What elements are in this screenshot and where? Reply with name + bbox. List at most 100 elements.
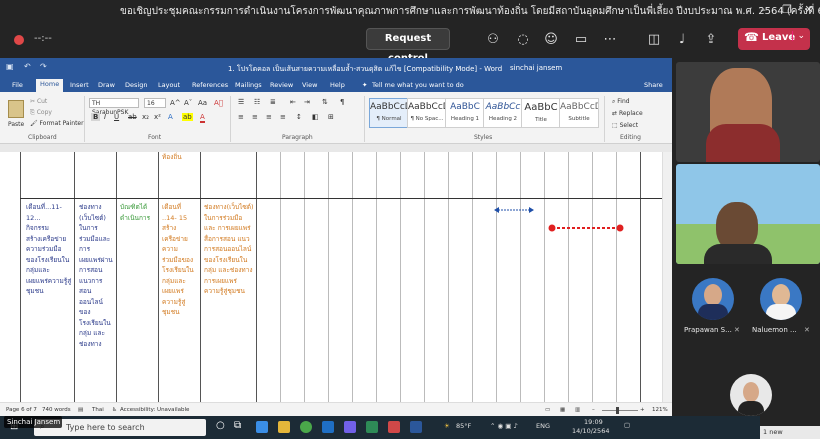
style-normal[interactable]: AaBbCcD ¶ Normal (369, 98, 409, 128)
increase-indent-icon[interactable]: ⇥ (304, 98, 310, 106)
word-app-icon[interactable] (410, 421, 422, 433)
grow-font-icon[interactable]: A^ (170, 99, 181, 107)
strikethrough-button[interactable]: ab (128, 113, 137, 121)
decrease-indent-icon[interactable]: ⇤ (290, 98, 296, 106)
text-effects-icon[interactable]: A (168, 113, 173, 121)
read-mode-icon[interactable]: ▭ (545, 407, 550, 413)
store-icon[interactable] (322, 421, 334, 433)
video-tile-participant[interactable] (676, 164, 820, 264)
avatar[interactable] (692, 278, 734, 320)
numbering-icon[interactable]: ☷ (254, 98, 260, 106)
share-button[interactable]: Share (644, 81, 663, 89)
leave-button[interactable]: ☎ Leave ⌄ (738, 28, 810, 50)
line-spacing-icon[interactable]: ↕ (296, 113, 302, 121)
video-tile-presenter[interactable] (676, 62, 820, 162)
mic-off-icon[interactable]: ♩ (673, 31, 691, 49)
print-layout-icon[interactable]: ▦ (560, 407, 565, 413)
shrink-font-icon[interactable]: Aˇ (184, 99, 192, 107)
justify-icon[interactable]: ≡ (280, 113, 286, 121)
clear-format-icon[interactable]: A⃠ (214, 99, 223, 107)
copy-button[interactable]: ⎘ Copy (30, 109, 52, 117)
save-icon[interactable]: ▣ (6, 62, 14, 71)
align-left-icon[interactable]: ≡ (238, 113, 244, 121)
tab-mailings[interactable]: Mailings (235, 81, 262, 89)
proofing-icon[interactable]: ▤ (78, 407, 83, 413)
tell-me-box[interactable]: Tell me what you want to do (372, 81, 464, 89)
style-no-spacing[interactable]: AaBbCcD ¶ No Spac... (407, 98, 447, 128)
tab-review[interactable]: Review (270, 81, 293, 89)
language-indicator[interactable]: Thai (92, 407, 104, 413)
sort-icon[interactable]: ⇅ (322, 98, 328, 106)
tab-references[interactable]: References (192, 81, 228, 89)
align-center-icon[interactable]: ≡ (252, 113, 258, 121)
font-name-select[interactable]: TH SarabunPSK (89, 98, 139, 116)
font-size-select[interactable]: 16 (144, 98, 166, 108)
tab-layout[interactable]: Layout (158, 81, 180, 89)
tray-icons[interactable]: ⌃ ◉ ▣ ♪ (490, 422, 518, 430)
paste-label[interactable]: Paste (8, 121, 24, 128)
italic-button[interactable]: I (104, 113, 106, 121)
show-marks-icon[interactable]: ¶ (340, 98, 344, 106)
task-view-icon[interactable]: ⧉ (234, 420, 241, 431)
highlight-icon[interactable]: ab (182, 113, 193, 121)
tab-design[interactable]: Design (125, 81, 147, 89)
tab-insert[interactable]: Insert (70, 81, 89, 89)
superscript-button[interactable]: x² (154, 113, 161, 121)
tab-file[interactable]: File (12, 81, 23, 89)
clock-date[interactable]: 14/10/2564 (572, 427, 609, 435)
chrome-icon[interactable] (300, 421, 312, 433)
pdf-app-icon[interactable] (388, 421, 400, 433)
cut-button[interactable]: ✂ Cut (30, 98, 47, 105)
format-painter-button[interactable]: 🖌 Format Painter (30, 120, 84, 127)
chat-icon[interactable]: ◌ (514, 31, 532, 49)
cortana-icon[interactable]: ○ (216, 420, 225, 431)
file-explorer-icon[interactable] (278, 421, 290, 433)
tab-home[interactable]: Home (36, 79, 64, 92)
align-right-icon[interactable]: ≡ (266, 113, 272, 121)
multilevel-icon[interactable]: ≣ (270, 98, 276, 106)
underline-button[interactable]: U (114, 113, 119, 121)
accessibility-status[interactable]: Accessibility: Unavailable (120, 407, 189, 413)
redo-icon[interactable]: ↷ (40, 62, 47, 71)
edge-icon[interactable] (256, 421, 268, 433)
participants-icon[interactable]: ⚇ (484, 31, 502, 49)
replace-button[interactable]: ⇄ Replace (612, 110, 643, 117)
vertical-scrollbar[interactable] (662, 152, 672, 402)
close-icon[interactable]: ✕ (802, 3, 816, 17)
zoom-slider-thumb[interactable] (616, 407, 619, 414)
reactions-icon[interactable]: ☺ (542, 31, 560, 49)
shading-icon[interactable]: ◧ (312, 113, 319, 121)
share-screen-icon[interactable]: ⇪ (702, 31, 720, 49)
find-button[interactable]: ⌕ Find (612, 98, 630, 106)
tab-help[interactable]: Help (330, 81, 345, 89)
web-layout-icon[interactable]: ▥ (575, 407, 580, 413)
style-title[interactable]: AaBbC Title (521, 98, 561, 128)
more-actions-icon[interactable]: ⋯ (601, 31, 619, 49)
zoom-out-icon[interactable]: – (592, 407, 595, 413)
camera-off-icon[interactable]: ◫ (645, 31, 663, 49)
style-subtitle[interactable]: AaBbCcD Subtitle (559, 98, 599, 128)
zoom-level[interactable]: 121% (652, 407, 668, 413)
zoom-slider[interactable] (602, 410, 638, 411)
chevron-down-icon[interactable]: ⌄ (792, 31, 805, 41)
line-app-icon[interactable] (366, 421, 378, 433)
page-counter[interactable]: Page 6 of 7 (6, 407, 37, 413)
style-heading-1[interactable]: AaBbC Heading 1 (445, 98, 485, 128)
minimize-icon[interactable]: – (756, 3, 770, 17)
subscript-button[interactable]: x₂ (142, 113, 149, 121)
input-language[interactable]: ENG (536, 422, 550, 430)
font-color-icon[interactable]: A (200, 113, 205, 123)
rooms-icon[interactable]: ▭ (572, 31, 590, 49)
maximize-icon[interactable]: ❐ (780, 3, 794, 17)
select-button[interactable]: ⬚ Select (612, 122, 638, 129)
zoom-in-icon[interactable]: + (640, 407, 645, 413)
weather-temperature[interactable]: 85°F (456, 422, 471, 430)
undo-icon[interactable]: ↶ (24, 62, 31, 71)
bullets-icon[interactable]: ☰ (238, 98, 244, 106)
avatar[interactable] (760, 278, 802, 320)
clock-time[interactable]: 19:09 (584, 418, 603, 426)
bold-button[interactable]: B (91, 113, 101, 121)
notification-center-icon[interactable]: ▢ (624, 421, 630, 429)
tab-view[interactable]: View (302, 81, 317, 89)
avatar[interactable] (730, 374, 772, 416)
